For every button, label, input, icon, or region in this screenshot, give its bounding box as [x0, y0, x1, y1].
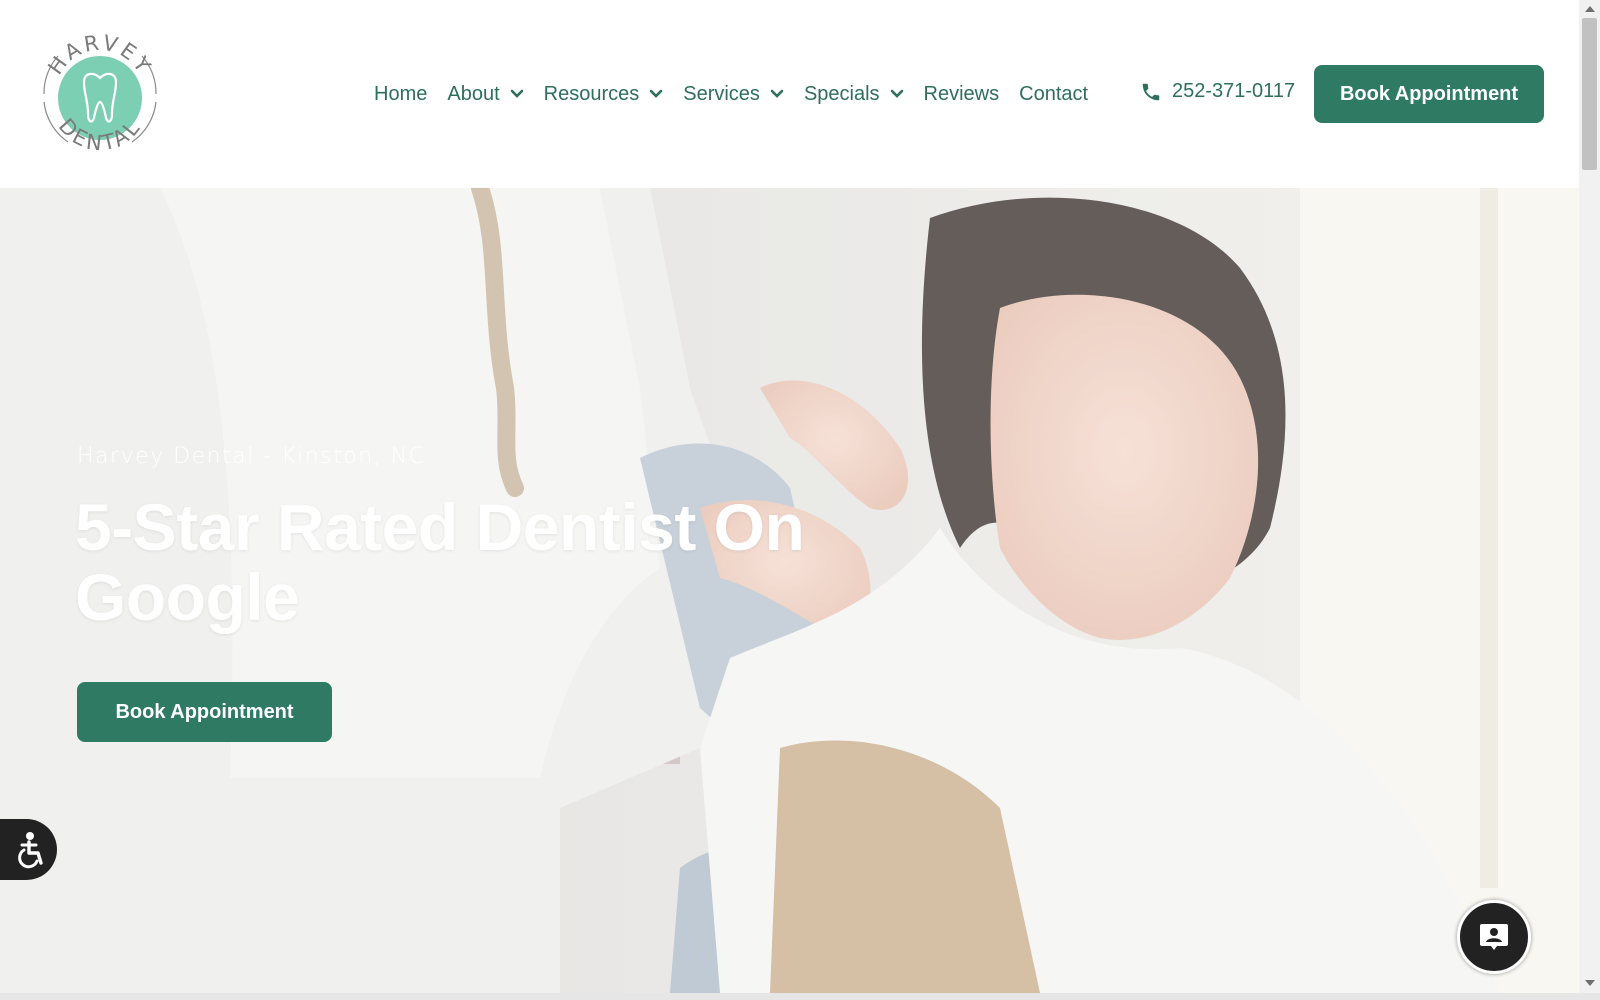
- phone-link[interactable]: 252-371-0117: [1140, 80, 1295, 103]
- phone-icon: [1142, 83, 1160, 100]
- nav-item-home[interactable]: Home: [374, 83, 427, 106]
- nav-item-label: About: [447, 82, 500, 105]
- chevron-down-icon: [770, 89, 784, 98]
- nav-item-label: Resources: [543, 82, 640, 105]
- phone-number: 252-371-0117: [1172, 80, 1296, 102]
- chat-icon: [1480, 924, 1508, 950]
- hero-section: Harvey Dental - Kinston, NC 5-Star Rated…: [0, 188, 1579, 993]
- hero-book-appointment-button[interactable]: Book Appointment: [77, 682, 332, 742]
- chat-button[interactable]: [1457, 900, 1531, 974]
- hero-title: 5-Star Rated Dentist On Google: [75, 490, 805, 634]
- nav-item-about[interactable]: About: [447, 83, 523, 106]
- vertical-scrollbar[interactable]: [1579, 0, 1600, 993]
- accessibility-icon: [17, 831, 43, 868]
- nav-item-services[interactable]: Services: [683, 83, 784, 106]
- harvey-dental-logo[interactable]: HARVEY DENTAL: [38, 22, 162, 166]
- hero-subtitle: Harvey Dental - Kinston, NC: [77, 444, 426, 469]
- book-appointment-button[interactable]: Book Appointment: [1314, 65, 1544, 123]
- nav-item-resources[interactable]: Resources: [544, 83, 664, 106]
- main-nav: Home About Resources Services Specials R…: [374, 78, 1108, 110]
- nav-item-reviews[interactable]: Reviews: [924, 83, 1000, 106]
- nav-item-label: Services: [683, 82, 760, 105]
- nav-item-contact[interactable]: Contact: [1019, 83, 1088, 106]
- chevron-down-icon: [649, 89, 663, 98]
- horizontal-scrollbar[interactable]: [0, 993, 1600, 1000]
- scroll-down-arrow-icon[interactable]: [1585, 980, 1595, 986]
- scrollbar-thumb[interactable]: [1582, 18, 1597, 170]
- site-header: HARVEY DENTAL Home About Resources Servi…: [0, 0, 1579, 188]
- nav-item-specials[interactable]: Specials: [804, 83, 904, 106]
- chevron-down-icon: [890, 89, 903, 98]
- nav-item-label: Home: [374, 82, 428, 105]
- nav-item-label: Specials: [803, 82, 880, 105]
- nav-item-label: Contact: [1019, 82, 1089, 105]
- nav-item-label: Reviews: [923, 82, 1000, 105]
- chevron-down-icon: [510, 89, 523, 98]
- scroll-up-arrow-icon[interactable]: [1585, 6, 1595, 12]
